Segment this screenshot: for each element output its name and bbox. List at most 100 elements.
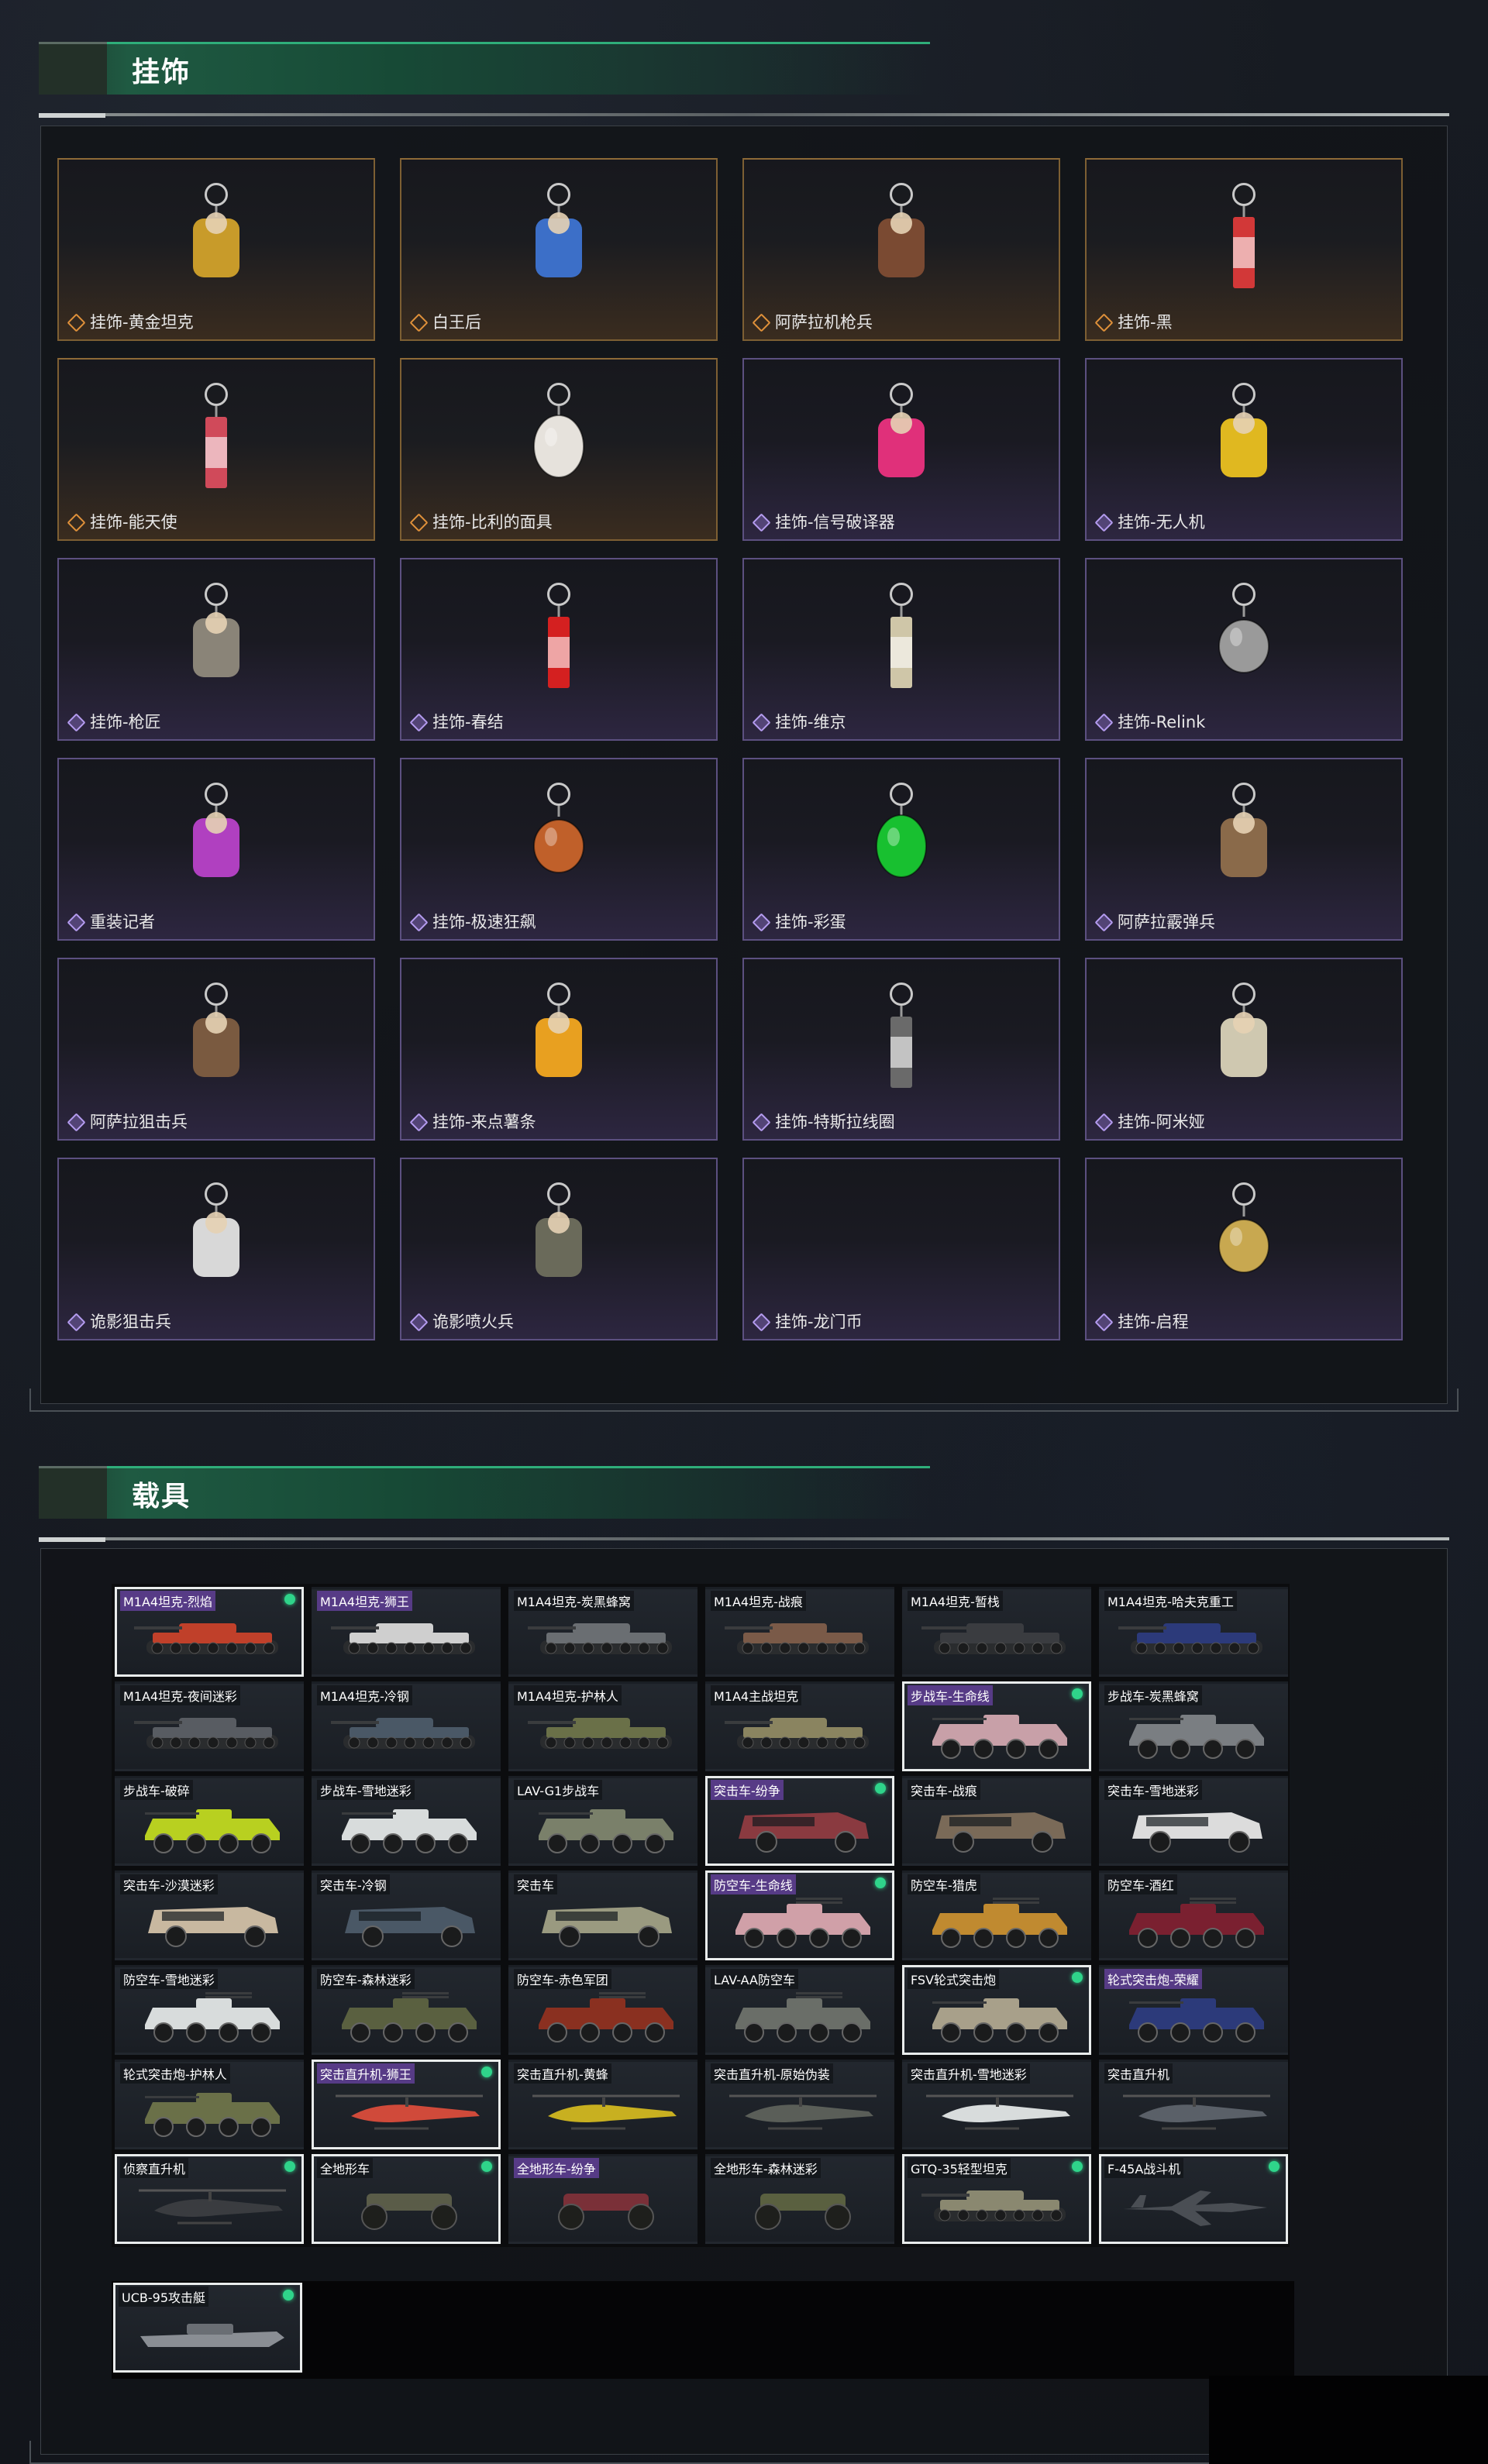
charm-card[interactable]: 挂饰-春结 [400,558,718,741]
vehicle-card[interactable]: FSV轮式突击炮 [902,1965,1091,2055]
charm-card[interactable]: 挂饰-能天使 [57,358,375,541]
vehicle-card[interactable]: 突击直升机-雪地迷彩 [902,2060,1091,2149]
vehicle-card[interactable]: M1A4坦克-夜间迷彩 [115,1681,304,1771]
vehicle-card[interactable]: F-45A战斗机 [1099,2154,1288,2244]
charm-card[interactable]: 挂饰-黑 [1085,158,1403,341]
keyring-icon [1232,983,1256,1006]
aa-vehicle-icon [539,1992,673,2042]
tank-vehicle-icon [134,1623,278,1654]
fsv-vehicle-icon [1129,1998,1264,2042]
shadow-flamer-charm-icon [512,1182,605,1299]
charm-card[interactable]: 诡影喷火兵 [400,1158,718,1340]
charm-card[interactable]: 挂饰-黄金坦克 [57,158,375,341]
vehicle-card[interactable]: M1A4坦克-哈夫克重工 [1099,1587,1288,1677]
purple-rarity-icon [67,713,84,730]
vehicle-card[interactable]: 突击车-冷钢 [312,1870,501,1960]
vehicle-card[interactable]: M1A4坦克-烈焰 [115,1587,304,1677]
vehicle-card[interactable]: 突击直升机-黄蜂 [508,2060,698,2149]
charm-card[interactable]: 白王后 [400,158,718,341]
gold-rarity-icon [1094,313,1111,330]
vehicle-card[interactable]: 突击车-战痕 [902,1776,1091,1866]
vehicle-card[interactable]: LAV-G1步战车 [508,1776,698,1866]
charm-card[interactable]: 挂饰-无人机 [1085,358,1403,541]
vehicle-card[interactable]: 突击车-沙漠迷彩 [115,1870,304,1960]
vehicle-card[interactable]: 步战车-雪地迷彩 [312,1776,501,1866]
exusiai-charm-icon [170,383,263,499]
charm-card[interactable]: 重装记者 [57,758,375,941]
charm-label-row: 挂饰-极速狂飙 [409,910,536,933]
vehicle-name: 突击车-纷争 [711,1780,784,1800]
vehicle-card[interactable]: UCB-95攻击艇 [113,2283,302,2373]
vehicle-card[interactable]: M1A4坦克-冷钢 [312,1681,501,1771]
vehicle-card[interactable]: M1A4坦克-护林人 [508,1681,698,1771]
vehicle-card[interactable]: 全地形车 [312,2154,501,2244]
vehicle-card[interactable]: 突击直升机 [1099,2060,1288,2149]
vehicle-card[interactable]: 防空车-酒红 [1099,1870,1288,1960]
vehicle-card[interactable]: M1A4主战坦克 [705,1681,894,1771]
charm-name: 挂饰-春结 [432,713,504,731]
charm-card[interactable]: 挂饰-特斯拉线圈 [742,958,1060,1141]
vehicle-card[interactable]: 突击直升机-原始伪装 [705,2060,894,2149]
vehicle-card[interactable]: GTQ-35轻型坦克 [902,2154,1091,2244]
charm-card[interactable]: 挂饰-枪匠 [57,558,375,741]
vehicle-card[interactable]: M1A4坦克-战痕 [705,1587,894,1677]
vehicle-card[interactable]: 突击车 [508,1870,698,1960]
charm-card[interactable]: 挂饰-龙门币 [742,1158,1060,1340]
ifv-vehicle-icon [539,1809,673,1853]
charm-name: 挂饰-比利的面具 [432,513,553,532]
charm-grid: 挂饰-黄金坦克 白王后 阿萨拉机枪兵 挂饰-黑挂饰-能天使 挂饰-比利的面具 挂饰-信号破… [57,158,1403,1340]
vehicle-card[interactable]: 突击直升机-狮王 [312,2060,501,2149]
vehicle-card[interactable]: 防空车-赤色军团 [508,1965,698,2055]
vehicle-card[interactable]: 防空车-猎虎 [902,1870,1091,1960]
vehicle-card[interactable]: 轮式突击炮-护林人 [115,2060,304,2149]
ifv-vehicle-icon [342,1809,477,1853]
charm-card[interactable]: 挂饰-极速狂飙 [400,758,718,941]
charm-figure [536,1006,582,1077]
vehicle-card[interactable]: M1A4坦克-炭黑蜂窝 [508,1587,698,1677]
charm-card[interactable]: 挂饰-启程 [1085,1158,1403,1340]
vehicle-card[interactable]: 轮式突击炮-荣耀 [1099,1965,1288,2055]
vehicle-name: 突击直升机 [1104,2063,1173,2084]
header-corner [39,1466,107,1519]
charm-card[interactable]: 阿萨拉机枪兵 [742,158,1060,341]
vehicle-name: M1A4坦克-夜间迷彩 [120,1685,240,1705]
vehicle-card[interactable]: 全地形车-纷争 [508,2154,698,2244]
vehicle-card[interactable]: LAV-AA防空车 [705,1965,894,2055]
equipped-indicator-icon [1072,1688,1083,1699]
charm-label-row: 白王后 [409,310,481,333]
vehicle-card[interactable]: 防空车-森林迷彩 [312,1965,501,2055]
charm-card[interactable]: 诡影狙击兵 [57,1158,375,1340]
charm-card[interactable]: 阿萨拉狙击兵 [57,958,375,1141]
atv-vehicle-icon [755,2194,851,2230]
charm-name: 重装记者 [90,913,155,931]
vehicle-name: 步战车-雪地迷彩 [317,1780,415,1800]
vehicle-card[interactable]: 突击车-纷争 [705,1776,894,1866]
charm-card[interactable]: 挂饰-彩蛋 [742,758,1060,941]
vehicle-name: 防空车-森林迷彩 [317,1969,415,1989]
jet-vehicle-icon [1123,2190,1267,2226]
vehicle-card[interactable]: 步战车-生命线 [902,1681,1091,1771]
charm-card[interactable]: 阿萨拉霰弹兵 [1085,758,1403,941]
vehicle-card[interactable]: M1A4坦克-狮王 [312,1587,501,1677]
charm-card[interactable]: 挂饰-维京 [742,558,1060,741]
charm-card[interactable]: 挂饰-比利的面具 [400,358,718,541]
charm-card[interactable]: 挂饰-Relink [1085,558,1403,741]
charm-card[interactable]: 挂饰-信号破译器 [742,358,1060,541]
charm-card[interactable]: 挂饰-来点薯条 [400,958,718,1141]
vehicle-card[interactable]: 突击车-雪地迷彩 [1099,1776,1288,1866]
vehicle-card[interactable]: 防空车-雪地迷彩 [115,1965,304,2055]
vehicle-card[interactable]: 步战车-破碎 [115,1776,304,1866]
vehicle-card[interactable]: 防空车-生命线 [705,1870,894,1960]
vehicle-card[interactable]: M1A4坦克-暂栈 [902,1587,1091,1677]
keyring-icon [1232,383,1256,406]
charm-card[interactable]: 挂饰-阿米娅 [1085,958,1403,1141]
assault-vehicle-icon [739,1812,869,1853]
charm-figure [536,1206,582,1277]
vehicle-card[interactable]: 全地形车-森林迷彩 [705,2154,894,2244]
charm-name: 挂饰-Relink [1118,713,1206,731]
vehicle-card[interactable]: 步战车-炭黑蜂窝 [1099,1681,1288,1771]
vehicle-card[interactable]: 侦察直升机 [115,2154,304,2244]
aa-vehicle-icon [735,1992,870,2042]
purple-rarity-icon [752,1313,769,1330]
keyring-icon [205,583,228,606]
